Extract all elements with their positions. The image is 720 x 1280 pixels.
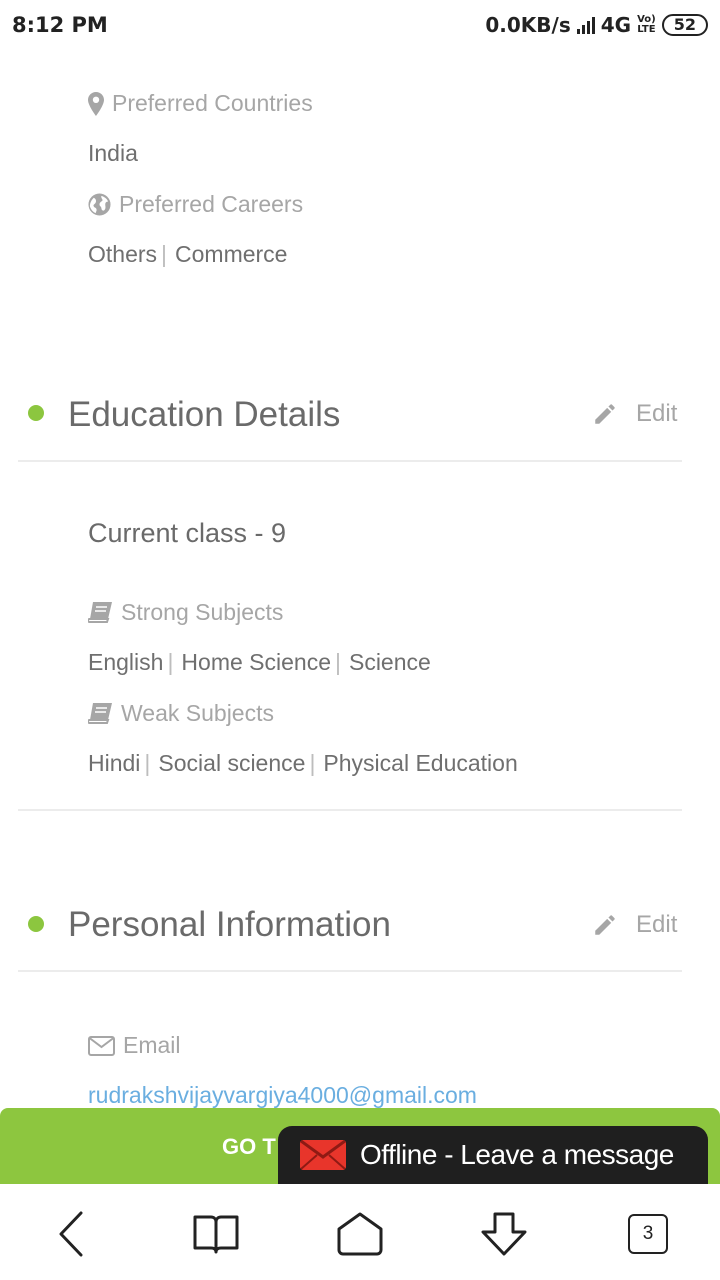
go-to-label: GO T bbox=[222, 1134, 276, 1159]
preferred-countries-value: India bbox=[88, 140, 138, 166]
email-link[interactable]: rudrakshvijayvargiya4000@gmail.com bbox=[88, 1082, 477, 1109]
preferred-countries-label: Preferred Countries bbox=[88, 90, 313, 117]
chat-widget-label: Offline - Leave a message bbox=[360, 1139, 674, 1170]
subject-item: Science bbox=[348, 649, 431, 675]
book-icon bbox=[88, 601, 112, 623]
strong-subjects-value: English | Home Science | Science bbox=[88, 649, 431, 676]
education-section-title: Education Details bbox=[68, 395, 341, 434]
book-icon bbox=[88, 702, 112, 724]
separator: | bbox=[167, 649, 174, 675]
strong-subjects-text: Strong Subjects bbox=[121, 599, 284, 625]
pencil-icon bbox=[595, 404, 615, 424]
network-type: 4G bbox=[600, 13, 632, 37]
subject-item: Physical Education bbox=[323, 750, 518, 776]
career-item: Others bbox=[88, 241, 158, 267]
separator: | bbox=[144, 750, 151, 776]
signal-icon bbox=[576, 16, 595, 34]
section-bullet bbox=[28, 405, 44, 421]
home-button[interactable] bbox=[334, 1208, 386, 1260]
preferred-careers-text: Preferred Careers bbox=[119, 191, 304, 217]
weak-subjects-label: Weak Subjects bbox=[88, 700, 274, 727]
back-button[interactable] bbox=[46, 1208, 98, 1260]
subject-item: Hindi bbox=[88, 750, 141, 776]
separator: | bbox=[309, 750, 316, 776]
status-time: 8:12 PM bbox=[12, 13, 108, 37]
status-right: 0.0KB/s 4G Vo) LTE 52 bbox=[485, 13, 708, 37]
tabs-icon: 3 bbox=[628, 1214, 668, 1254]
download-icon bbox=[481, 1212, 527, 1256]
home-icon bbox=[337, 1212, 383, 1256]
weak-subjects-value: Hindi | Social science | Physical Education bbox=[88, 750, 518, 777]
email-label-text: Email bbox=[123, 1032, 181, 1058]
download-button[interactable] bbox=[478, 1208, 530, 1260]
education-edit-button[interactable]: Edit bbox=[592, 400, 677, 428]
status-bar: 8:12 PM 0.0KB/s 4G Vo) LTE 52 bbox=[0, 0, 720, 52]
tabs-button[interactable]: 3 bbox=[622, 1208, 674, 1260]
offline-chat-widget[interactable]: Offline - Leave a message bbox=[278, 1126, 708, 1184]
battery-indicator: 52 bbox=[661, 14, 708, 36]
volte-icon: Vo) LTE bbox=[637, 15, 656, 35]
preferred-careers-value: Others | Commerce bbox=[88, 241, 287, 268]
globe-icon bbox=[88, 193, 111, 216]
separator: | bbox=[161, 241, 168, 267]
browser-nav-bar: 3 bbox=[0, 1184, 720, 1280]
volte-line2: LTE bbox=[637, 24, 656, 35]
weak-subjects-text: Weak Subjects bbox=[121, 700, 274, 726]
divider bbox=[18, 809, 682, 811]
separator: | bbox=[335, 649, 341, 675]
chat-mail-icon bbox=[300, 1140, 346, 1170]
strong-subjects-label: Strong Subjects bbox=[88, 599, 283, 626]
personal-edit-button[interactable]: Edit bbox=[592, 911, 677, 939]
bookmarks-button[interactable] bbox=[190, 1208, 242, 1260]
personal-section-title: Personal Information bbox=[68, 905, 391, 944]
preferred-countries-text: Preferred Countries bbox=[112, 90, 313, 116]
subject-item: Social science bbox=[158, 750, 306, 776]
divider bbox=[18, 460, 682, 462]
edit-label: Edit bbox=[636, 911, 678, 938]
subject-item: Home Science bbox=[181, 649, 331, 675]
current-class: Current class - 9 bbox=[88, 518, 287, 548]
map-marker-icon bbox=[88, 91, 104, 116]
bookmarks-icon bbox=[193, 1215, 239, 1254]
subject-item: English bbox=[88, 649, 164, 675]
preferred-careers-label: Preferred Careers bbox=[88, 191, 303, 218]
email-label: Email bbox=[88, 1032, 181, 1059]
back-icon bbox=[59, 1211, 83, 1257]
network-speed: 0.0KB/s bbox=[485, 13, 571, 37]
pencil-icon bbox=[595, 915, 615, 935]
section-bullet bbox=[28, 916, 44, 932]
divider bbox=[18, 970, 682, 972]
career-item: Commerce bbox=[175, 241, 288, 267]
envelope-icon bbox=[88, 1035, 115, 1056]
edit-label: Edit bbox=[636, 400, 678, 427]
